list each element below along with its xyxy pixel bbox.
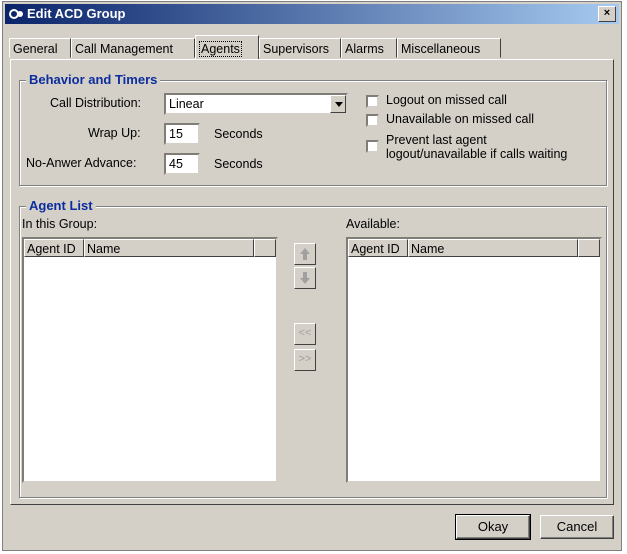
- tab-miscellaneous[interactable]: Miscellaneous: [397, 38, 501, 58]
- move-all-left-label: <<: [298, 327, 312, 339]
- call-distribution-label: Call Distribution:: [50, 96, 142, 110]
- okay-label: Okay: [477, 519, 509, 534]
- no-answer-advance-label: No-Anwer Advance:: [26, 156, 137, 170]
- okay-button[interactable]: Okay: [455, 514, 531, 540]
- available-col-name[interactable]: Name: [408, 239, 578, 257]
- close-button[interactable]: ×: [598, 6, 616, 22]
- tab-call-management[interactable]: Call Management: [71, 38, 195, 58]
- app-icon: [9, 9, 23, 19]
- tab-label: General: [13, 42, 58, 56]
- tab-label: Alarms: [345, 42, 384, 56]
- tab-label: Miscellaneous: [401, 42, 481, 56]
- available-list[interactable]: Agent ID Name: [346, 237, 602, 483]
- in-group-col-agent-id[interactable]: Agent ID: [24, 239, 84, 257]
- in-group-col-blank: [254, 239, 276, 257]
- in-group-col-name[interactable]: Name: [84, 239, 254, 257]
- tab-supervisors[interactable]: Supervisors: [259, 38, 341, 58]
- move-all-left-button[interactable]: <<: [294, 323, 316, 345]
- tab-label: Call Management: [75, 42, 173, 56]
- available-label: Available:: [346, 217, 400, 231]
- tab-label: Supervisors: [263, 42, 329, 56]
- cancel-button[interactable]: Cancel: [540, 515, 614, 539]
- prevent-last-agent-label-line1: Prevent last agent: [386, 133, 487, 147]
- in-group-list[interactable]: Agent ID Name: [22, 237, 278, 483]
- call-distribution-value: Linear: [169, 97, 204, 111]
- prevent-last-agent-label-line2: logout/unavailable if calls waiting: [386, 147, 568, 161]
- edit-acd-group-dialog: Edit ACD Group × General Call Management…: [2, 1, 622, 551]
- no-answer-advance-unit: Seconds: [214, 157, 263, 171]
- title-bar: Edit ACD Group ×: [5, 4, 619, 24]
- wrap-up-unit: Seconds: [214, 127, 263, 141]
- logout-on-missed-call-checkbox[interactable]: [366, 95, 379, 108]
- window-title: Edit ACD Group: [27, 6, 126, 21]
- no-answer-advance-value: 45: [169, 157, 183, 171]
- move-all-right-button[interactable]: >>: [294, 349, 316, 371]
- arrow-up-icon: [300, 248, 310, 260]
- move-all-right-label: >>: [298, 353, 312, 365]
- agents-tab-panel: Behavior and Timers Call Distribution: L…: [10, 59, 614, 505]
- move-up-button[interactable]: [294, 243, 316, 265]
- agent-list-group: Agent List In this Group: Agent ID Name …: [19, 198, 607, 498]
- behavior-and-timers-group: Behavior and Timers Call Distribution: L…: [19, 72, 607, 186]
- call-distribution-dropdown[interactable]: Linear: [164, 93, 348, 115]
- wrap-up-label: Wrap Up:: [88, 126, 141, 140]
- behavior-and-timers-title: Behavior and Timers: [26, 72, 161, 87]
- cancel-label: Cancel: [556, 519, 598, 534]
- logout-on-missed-call-label: Logout on missed call: [386, 93, 507, 107]
- available-col-blank: [578, 239, 600, 257]
- wrap-up-value: 15: [169, 127, 183, 141]
- tab-agents[interactable]: Agents: [195, 35, 259, 59]
- unavailable-on-missed-call-label: Unavailable on missed call: [386, 112, 534, 126]
- tab-alarms[interactable]: Alarms: [341, 38, 397, 58]
- unavailable-on-missed-call-checkbox[interactable]: [366, 114, 379, 127]
- tab-label: Agents: [199, 41, 242, 57]
- wrap-up-input[interactable]: 15: [164, 123, 200, 145]
- move-down-button[interactable]: [294, 267, 316, 289]
- tab-general[interactable]: General: [9, 38, 71, 58]
- in-this-group-label: In this Group:: [22, 217, 98, 231]
- available-col-agent-id[interactable]: Agent ID: [348, 239, 408, 257]
- agent-list-title: Agent List: [26, 198, 96, 213]
- arrow-down-icon: [300, 272, 310, 284]
- close-icon: ×: [603, 7, 611, 19]
- chevron-down-icon[interactable]: [330, 95, 346, 113]
- prevent-last-agent-checkbox[interactable]: [366, 140, 379, 153]
- no-answer-advance-input[interactable]: 45: [164, 153, 200, 175]
